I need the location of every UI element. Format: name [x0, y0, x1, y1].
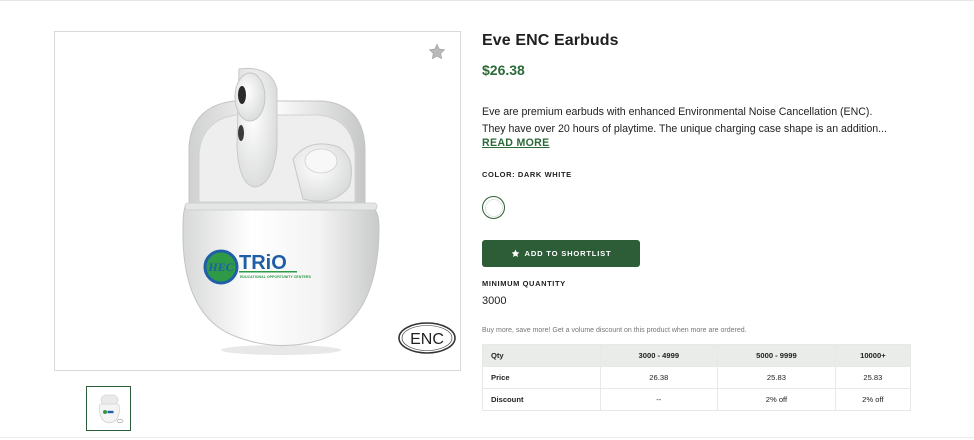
thumbnail-image [99, 394, 124, 424]
table-cell: 2% off [717, 388, 836, 411]
top-divider [0, 0, 974, 1]
table-cell: 26.38 [599, 366, 719, 389]
table-header-tier-1: 3000 - 4999 [599, 344, 719, 367]
table-header-row: Qty 3000 - 4999 5000 - 9999 10000+ [482, 344, 912, 367]
minimum-quantity-value: 3000 [482, 295, 507, 307]
image-logo-subtext: EDUCATIONAL OPPORTUNITY CENTERS [240, 275, 311, 279]
color-label: COLOR: DARK WHITE [482, 170, 572, 179]
shortlist-button-label: ADD TO SHORTLIST [524, 249, 612, 258]
star-icon [511, 249, 519, 258]
image-logo-text: TRiO [239, 252, 287, 274]
table-cell: Price [482, 366, 601, 389]
volume-discount-note: Buy more, save more! Get a volume discou… [482, 327, 747, 334]
product-thumbnail[interactable] [86, 386, 131, 431]
add-to-shortlist-button[interactable]: ADD TO SHORTLIST [482, 240, 640, 267]
minimum-quantity-label: MINIMUM QUANTITY [482, 279, 566, 288]
svg-text:HEC: HEC [207, 260, 234, 274]
table-cell: Discount [482, 388, 601, 411]
product-description: Eve are premium earbuds with enhanced En… [482, 104, 914, 137]
table-cell: 25.83 [834, 366, 912, 389]
table-cell: 2% off [834, 388, 912, 411]
product-image-frame: HEC TRiO EDUCATIONAL OPPORTUNITY CENTERS… [54, 31, 461, 371]
table-header-qty: Qty [482, 344, 601, 367]
description-line-1: Eve are premium earbuds with enhanced En… [482, 106, 873, 118]
description-line-2: They have over 20 hours of playtime. The… [482, 122, 887, 135]
favorite-star-icon[interactable] [427, 42, 447, 62]
image-enc-badge: ENC [410, 331, 444, 348]
product-price: $26.38 [482, 62, 525, 78]
read-more-link[interactable]: READ MORE [482, 137, 549, 149]
bottom-divider [0, 437, 974, 438]
product-title: Eve ENC Earbuds [482, 32, 619, 49]
table-row-discount: Discount -- 2% off 2% off [482, 388, 912, 411]
volume-pricing-table: Qty 3000 - 4999 5000 - 9999 10000+ Price… [482, 344, 912, 411]
earbuds-product-image: HEC TRiO EDUCATIONAL OPPORTUNITY CENTERS… [182, 67, 456, 355]
table-header-tier-2: 5000 - 9999 [717, 344, 836, 367]
color-swatch-dark-white[interactable] [482, 196, 505, 219]
table-cell: -- [599, 388, 719, 411]
table-header-tier-3: 10000+ [834, 344, 912, 367]
table-row-price: Price 26.38 25.83 25.83 [482, 366, 912, 389]
table-cell: 25.83 [717, 366, 836, 389]
